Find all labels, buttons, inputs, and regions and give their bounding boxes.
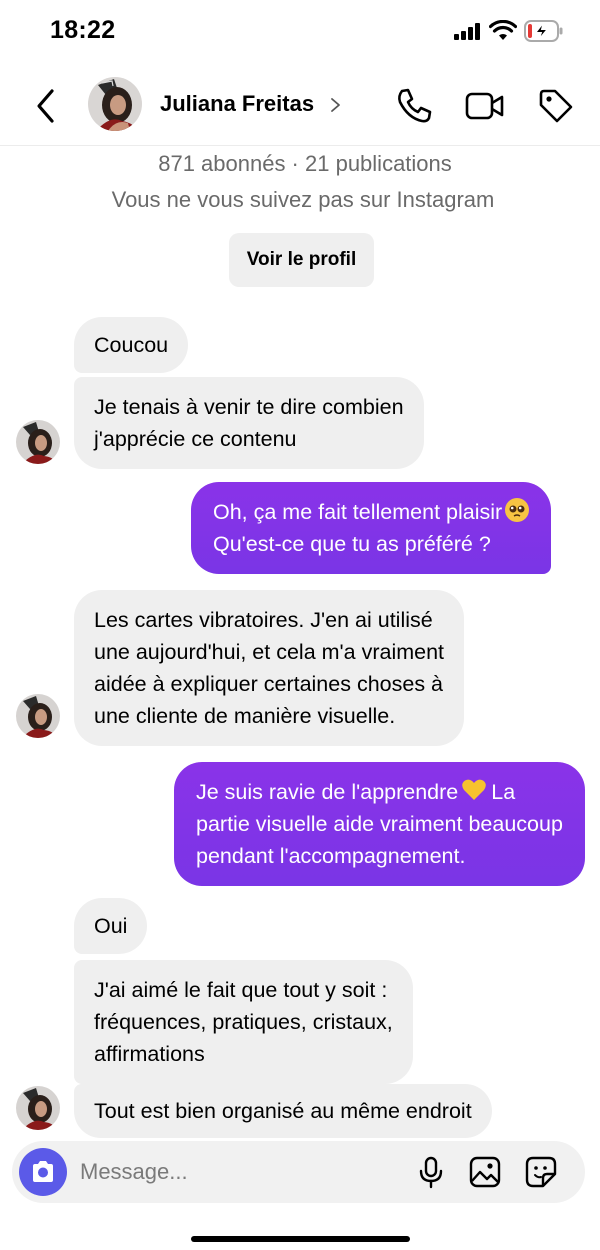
message-text: Oh, ça me fait tellement plaisir [213, 500, 503, 524]
image-icon[interactable] [468, 1155, 502, 1189]
message-text: J'ai aimé le fait que tout y soit : [94, 978, 388, 1002]
cellular-signal-icon [454, 22, 484, 40]
message-text: une cliente de manière visuelle. [94, 704, 396, 728]
message-text: aidée à expliquer certaines choses à [94, 672, 443, 696]
battery-icon [524, 20, 563, 42]
message-composer [12, 1141, 585, 1203]
message-text: Coucou [94, 333, 169, 357]
chevron-right-icon[interactable] [328, 94, 344, 116]
message-text: j'apprécie ce contenu [94, 427, 297, 451]
contact-avatar[interactable] [88, 77, 142, 131]
status-time: 18:22 [50, 16, 116, 44]
view-profile-button[interactable]: Voir le profil [229, 233, 374, 287]
camera-icon [33, 1161, 53, 1182]
message-text: Tout est bien organisé au même endroit [94, 1099, 472, 1123]
video-camera-icon[interactable] [464, 86, 506, 126]
camera-button[interactable] [19, 1148, 67, 1196]
follow-status: Vous ne vous suivez pas sur Instagram [111, 187, 495, 212]
message-text: pendant l'accompagnement. [196, 844, 466, 868]
wifi-icon [489, 20, 517, 40]
message-text: fréquences, pratiques, cristaux, [94, 1010, 393, 1034]
sender-avatar[interactable] [16, 694, 60, 738]
message-text: La [491, 780, 516, 804]
message-text: Les cartes vibratoires. J'en ai utilisé [94, 608, 433, 632]
chat-header: Juliana Freitas [0, 70, 600, 146]
pleading-face-emoji-icon [505, 498, 530, 522]
home-indicator[interactable] [191, 1236, 410, 1242]
message-text: Je tenais à venir te dire combien [94, 395, 404, 419]
sender-avatar[interactable] [16, 420, 60, 464]
sticker-icon[interactable] [524, 1155, 558, 1189]
message-text: partie visuelle aide vraiment beaucoup [196, 812, 563, 836]
microphone-icon[interactable] [414, 1155, 448, 1189]
phone-icon[interactable] [394, 86, 434, 126]
message-input[interactable] [80, 1155, 380, 1189]
status-bar: 18:22 [0, 0, 600, 62]
message-bubble-sent[interactable]: Oh, ça me fait tellement plaisir Qu'est-… [191, 482, 552, 574]
message-text: Je suis ravie de l'apprendre [196, 780, 459, 804]
message-bubble-received[interactable]: Oui [74, 898, 148, 954]
message-bubble-sent[interactable]: Je suis ravie de l'apprendre La partie vi… [174, 762, 585, 886]
message-bubble-received[interactable]: Les cartes vibratoires. J'en ai utilisé … [74, 590, 465, 746]
profile-stats: 871 abonnés · 21 publications [158, 151, 452, 176]
message-text: Qu'est-ce que tu as préféré ? [213, 532, 491, 556]
contact-name[interactable]: Juliana Freitas [160, 91, 314, 117]
message-text: Oui [94, 914, 128, 938]
message-bubble-received[interactable]: Tout est bien organisé au même endroit [74, 1084, 492, 1138]
sender-avatar[interactable] [16, 1086, 60, 1130]
yellow-heart-emoji-icon [461, 778, 487, 802]
message-bubble-received[interactable]: J'ai aimé le fait que tout y soit : fréq… [74, 960, 413, 1084]
message-bubble-received[interactable]: Coucou [74, 317, 189, 373]
back-chevron-icon[interactable] [30, 86, 62, 126]
message-bubble-received[interactable]: Je tenais à venir te dire combien j'appr… [74, 377, 424, 469]
message-text: une aujourd'hui, et cela m'a vraiment [94, 640, 445, 664]
tag-icon[interactable] [536, 86, 576, 126]
message-text: affirmations [94, 1042, 205, 1066]
